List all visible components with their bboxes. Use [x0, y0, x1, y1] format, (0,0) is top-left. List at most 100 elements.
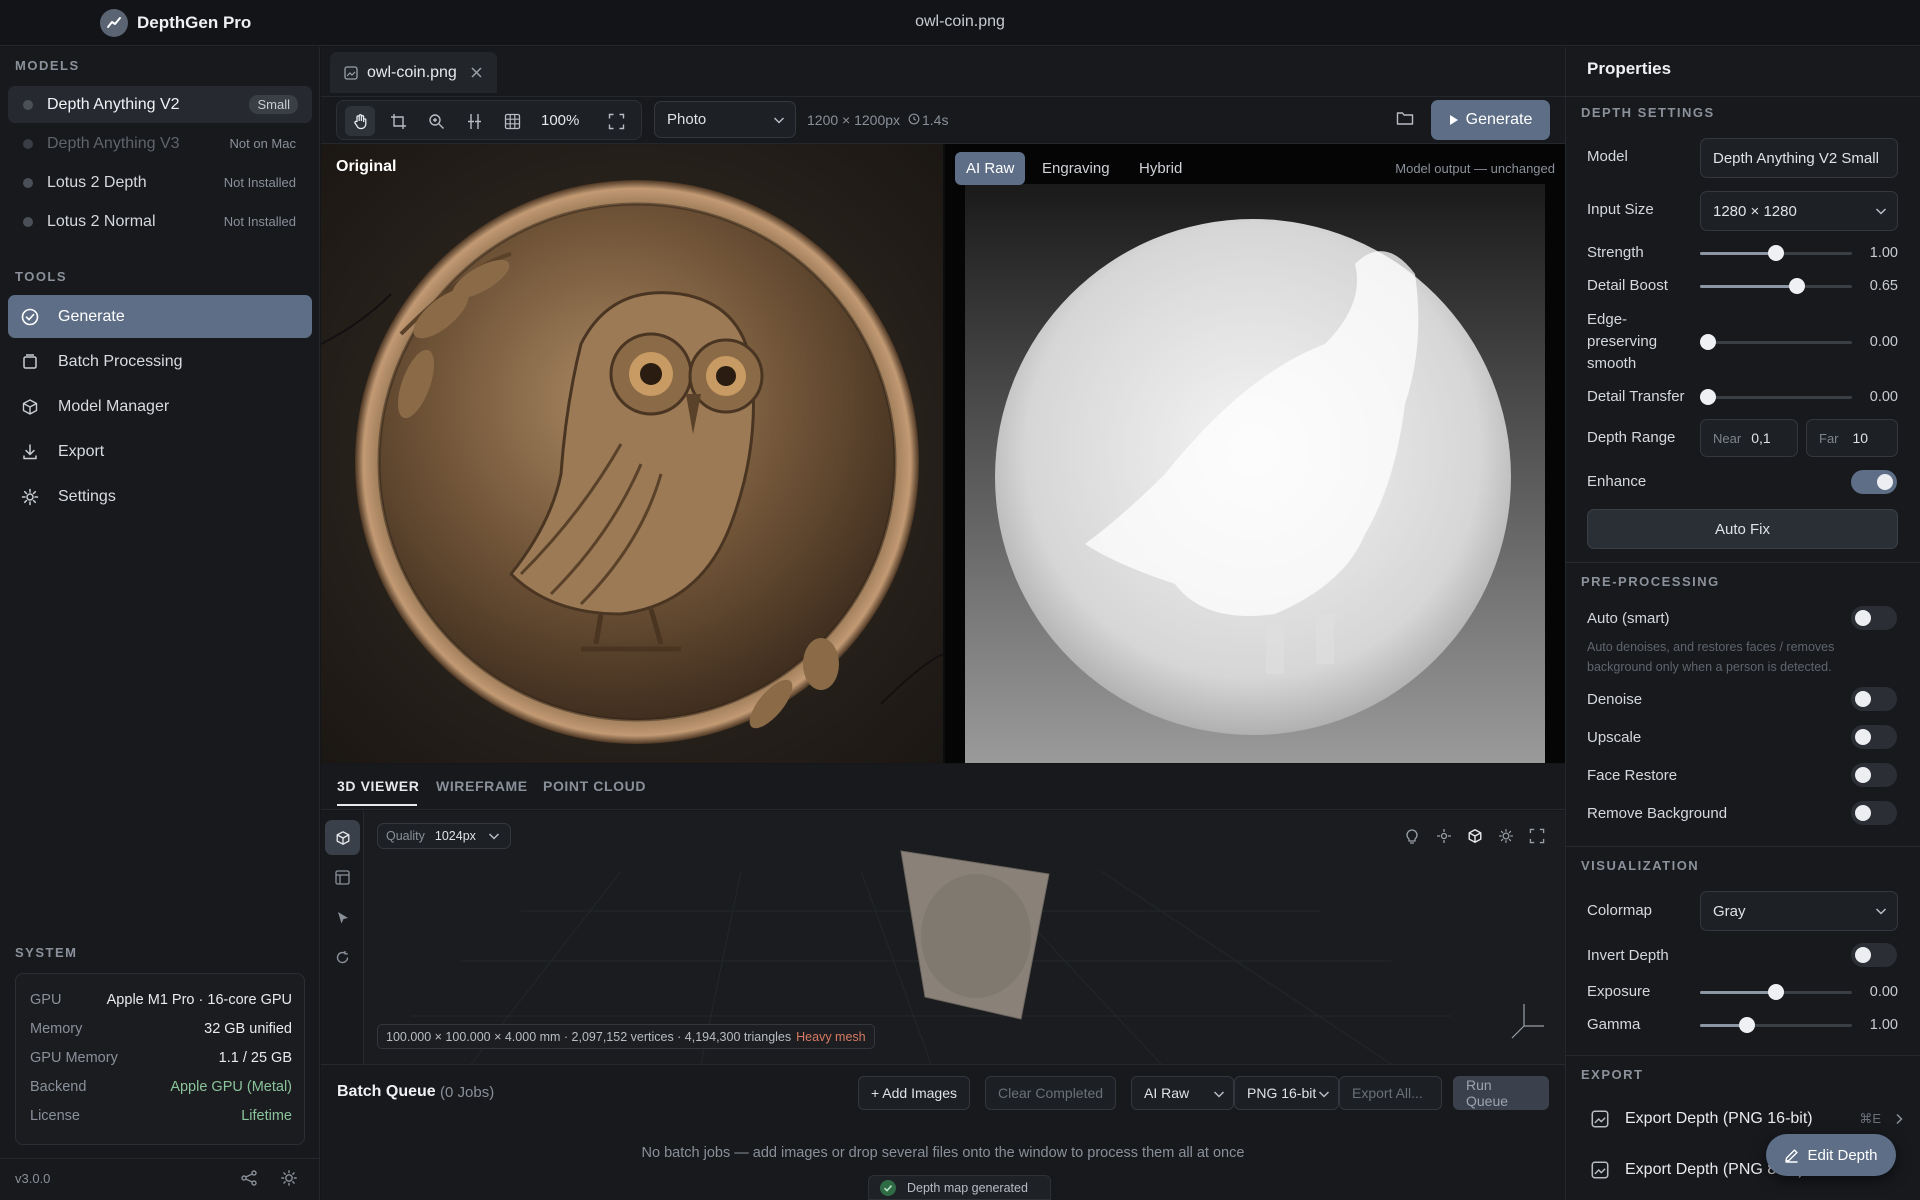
edge-smooth-slider[interactable] — [1699, 334, 1852, 350]
pan-hand-icon[interactable] — [345, 106, 375, 136]
model-item-lotus-2-depth[interactable]: Lotus 2 Depth Not Installed — [8, 164, 312, 201]
detail-boost-slider[interactable] — [1700, 278, 1852, 294]
auto-smart-toggle[interactable] — [1851, 606, 1897, 630]
exposure-slider[interactable] — [1700, 984, 1852, 1000]
near-input[interactable]: Near 0,1 — [1700, 419, 1798, 457]
auto-fix-button[interactable]: Auto Fix — [1587, 509, 1898, 549]
model-status-dot — [23, 99, 33, 110]
export-item-label: Export Depth (PNG 16-bit) — [1625, 1110, 1813, 1127]
fit-screen-icon[interactable] — [601, 106, 631, 136]
fullscreen-icon[interactable] — [1529, 828, 1545, 844]
model-name: Lotus 2 Depth — [47, 173, 147, 191]
slider-handle[interactable] — [1768, 984, 1784, 1000]
model-item-lotus-2-normal[interactable]: Lotus 2 Normal Not Installed — [8, 203, 312, 240]
tool-label: Batch Processing — [58, 352, 183, 370]
upscale-toggle[interactable] — [1851, 725, 1897, 749]
file-tab[interactable]: owl-coin.png — [330, 52, 497, 93]
toggle-knob — [1855, 729, 1871, 745]
batch-source-select[interactable]: AI Raw — [1131, 1076, 1234, 1110]
tool-batch-processing[interactable]: Batch Processing — [8, 340, 312, 383]
face-restore-label: Face Restore — [1587, 767, 1678, 784]
lightbulb-icon[interactable] — [1405, 828, 1419, 844]
model-status-dot — [23, 216, 33, 227]
mode-engraving[interactable]: Engraving — [1031, 152, 1121, 185]
invert-depth-toggle[interactable] — [1851, 943, 1897, 967]
enhance-toggle[interactable] — [1851, 470, 1897, 494]
quality-select[interactable]: Quality 1024px — [377, 823, 511, 849]
remove-background-toggle[interactable] — [1851, 801, 1897, 825]
quality-label: Quality — [386, 829, 425, 843]
model-item-depth-anything-v2[interactable]: Depth Anything V2 Small — [8, 86, 312, 123]
strength-label: Strength — [1587, 244, 1644, 261]
export-header: EXPORT — [1581, 1067, 1644, 1082]
reset-rotate-icon[interactable] — [325, 940, 360, 975]
strength-slider[interactable] — [1700, 245, 1852, 261]
detail-transfer-slider[interactable] — [1699, 389, 1852, 405]
tab-3d-viewer[interactable]: 3D VIEWER — [337, 778, 419, 794]
original-image-pane[interactable]: Original — [321, 144, 943, 763]
depth-map-pane[interactable]: AI Raw Engraving Hybrid Model output — u… — [945, 144, 1565, 763]
brightness-icon[interactable] — [280, 1169, 298, 1187]
slider-handle[interactable] — [1699, 389, 1716, 405]
add-images-button[interactable]: + Add Images — [858, 1076, 971, 1110]
mode-ai-raw[interactable]: AI Raw — [955, 152, 1026, 185]
tab-point-cloud[interactable]: POINT CLOUD — [543, 778, 646, 794]
face-restore-toggle[interactable] — [1851, 763, 1897, 787]
crop-icon[interactable] — [383, 106, 413, 136]
tab-wireframe[interactable]: WIREFRAME — [436, 778, 528, 794]
enhance-label: Enhance — [1587, 473, 1647, 490]
layout-icon[interactable] — [325, 860, 360, 895]
compare-split-icon[interactable] — [459, 106, 489, 136]
gamma-slider[interactable] — [1700, 1017, 1852, 1033]
system-header: SYSTEM — [15, 945, 78, 960]
export-all-button[interactable]: Export All... — [1339, 1076, 1442, 1110]
tool-settings[interactable]: Settings — [8, 475, 312, 518]
model-tag: Not Installed — [223, 214, 296, 229]
system-info-panel: GPU Apple M1 Pro · 16-core GPU Memory 32 G… — [15, 973, 305, 1145]
batch-format-select[interactable]: PNG 16-bit — [1234, 1076, 1339, 1110]
mode-hybrid[interactable]: Hybrid — [1128, 152, 1193, 185]
tool-model-manager[interactable]: Model Manager — [8, 385, 312, 428]
sun-icon[interactable] — [1498, 828, 1514, 844]
mesh-warning: Heavy mesh — [796, 1029, 866, 1044]
mesh-cube-icon[interactable] — [1467, 828, 1483, 844]
folder-icon[interactable] — [1396, 110, 1414, 126]
slider-handle[interactable] — [1699, 334, 1716, 350]
slider-handle[interactable] — [1768, 245, 1784, 261]
input-size-select[interactable]: 1280 × 1280 — [1700, 191, 1898, 231]
mode-select[interactable]: Photo — [654, 101, 796, 138]
file-tab-label: owl-coin.png — [367, 63, 457, 81]
tool-export[interactable]: Export — [8, 430, 312, 473]
auto-smart-description: Auto denoises, and restores faces / remo… — [1587, 640, 1835, 674]
divider — [1566, 1055, 1920, 1056]
grid-icon[interactable] — [497, 106, 527, 136]
properties-title: Properties — [1587, 59, 1672, 78]
clear-completed-button[interactable]: Clear Completed — [985, 1076, 1117, 1110]
timer-icon — [908, 113, 920, 125]
output-status: Model output — unchanged — [1395, 161, 1555, 176]
generate-button[interactable]: Generate — [1431, 100, 1550, 140]
far-input[interactable]: Far 10 — [1806, 419, 1898, 457]
colormap-select[interactable]: Gray — [1700, 891, 1898, 931]
model-select[interactable]: Depth Anything V2 Small — [1700, 138, 1898, 178]
chevron-down-icon — [1318, 1089, 1330, 1099]
system-value: 1.1 / 25 GB — [218, 1050, 292, 1066]
solid-view-icon[interactable] — [325, 820, 360, 855]
zoom-level[interactable]: 100% — [541, 112, 579, 129]
zoom-icon[interactable] — [421, 106, 451, 136]
denoise-toggle[interactable] — [1851, 687, 1897, 711]
slider-handle[interactable] — [1739, 1017, 1756, 1033]
model-select-value: Depth Anything V2 Small — [1713, 149, 1879, 167]
active-tab-underline — [337, 804, 417, 806]
chevron-right-icon — [1895, 1113, 1903, 1125]
pointer-icon[interactable] — [325, 900, 360, 935]
light-direction-icon[interactable] — [1436, 828, 1452, 844]
model-tag: Not Installed — [223, 175, 296, 190]
slider-fill — [1700, 252, 1776, 255]
share-icon[interactable] — [240, 1169, 258, 1187]
tool-generate[interactable]: Generate — [8, 295, 312, 338]
run-queue-button[interactable]: Run Queue — [1453, 1076, 1549, 1110]
tool-label: Generate — [58, 307, 125, 325]
close-tab-icon[interactable] — [471, 67, 482, 78]
edit-depth-button[interactable]: Edit Depth — [1766, 1134, 1896, 1176]
